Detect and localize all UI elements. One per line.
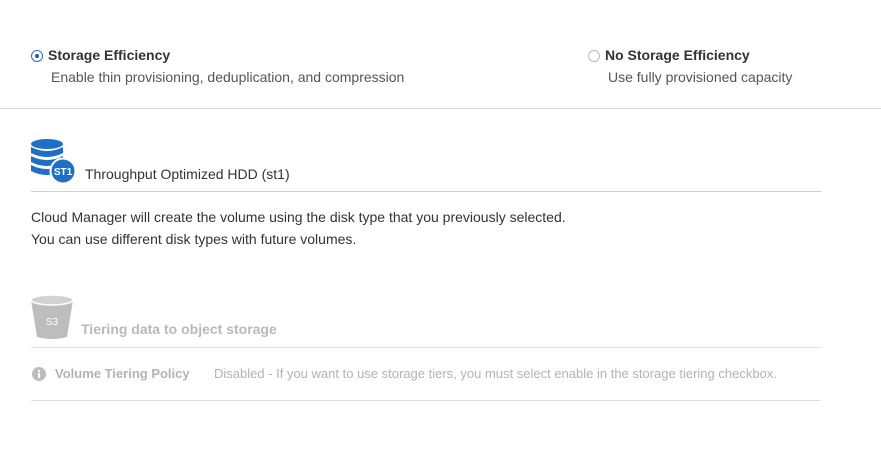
- volume-tiering-policy-value: Disabled - If you want to use storage ti…: [214, 366, 777, 381]
- storage-efficiency-radio[interactable]: [31, 50, 43, 62]
- tiering-title: Tiering data to object storage: [81, 321, 277, 337]
- no-storage-efficiency-subtitle: Use fully provisioned capacity: [608, 69, 793, 85]
- disk-type-title: Throughput Optimized HDD (st1): [85, 166, 290, 182]
- s3-badge-text: S3: [46, 317, 59, 328]
- storage-efficiency-subtitle: Enable thin provisioning, deduplication,…: [51, 69, 405, 85]
- disk-badge-text: ST1: [54, 167, 73, 178]
- no-storage-efficiency-radio[interactable]: [588, 50, 600, 62]
- disk-description-line2: You can use different disk types with fu…: [31, 231, 357, 247]
- volume-tiering-policy-label: Volume Tiering Policy: [55, 366, 190, 381]
- section-divider: [0, 108, 881, 109]
- storage-efficiency-title: Storage Efficiency: [48, 47, 171, 63]
- tiering-divider: [31, 347, 821, 348]
- s3-bucket-icon: S3: [30, 294, 74, 339]
- disk-description-line1: Cloud Manager will create the volume usi…: [31, 209, 566, 225]
- disk-divider: [31, 191, 821, 192]
- database-st1-icon: ST1: [31, 139, 77, 184]
- disk-description: Cloud Manager will create the volume usi…: [31, 206, 566, 250]
- info-icon: [32, 367, 46, 381]
- no-storage-efficiency-title: No Storage Efficiency: [605, 47, 750, 63]
- bottom-divider: [31, 400, 821, 401]
